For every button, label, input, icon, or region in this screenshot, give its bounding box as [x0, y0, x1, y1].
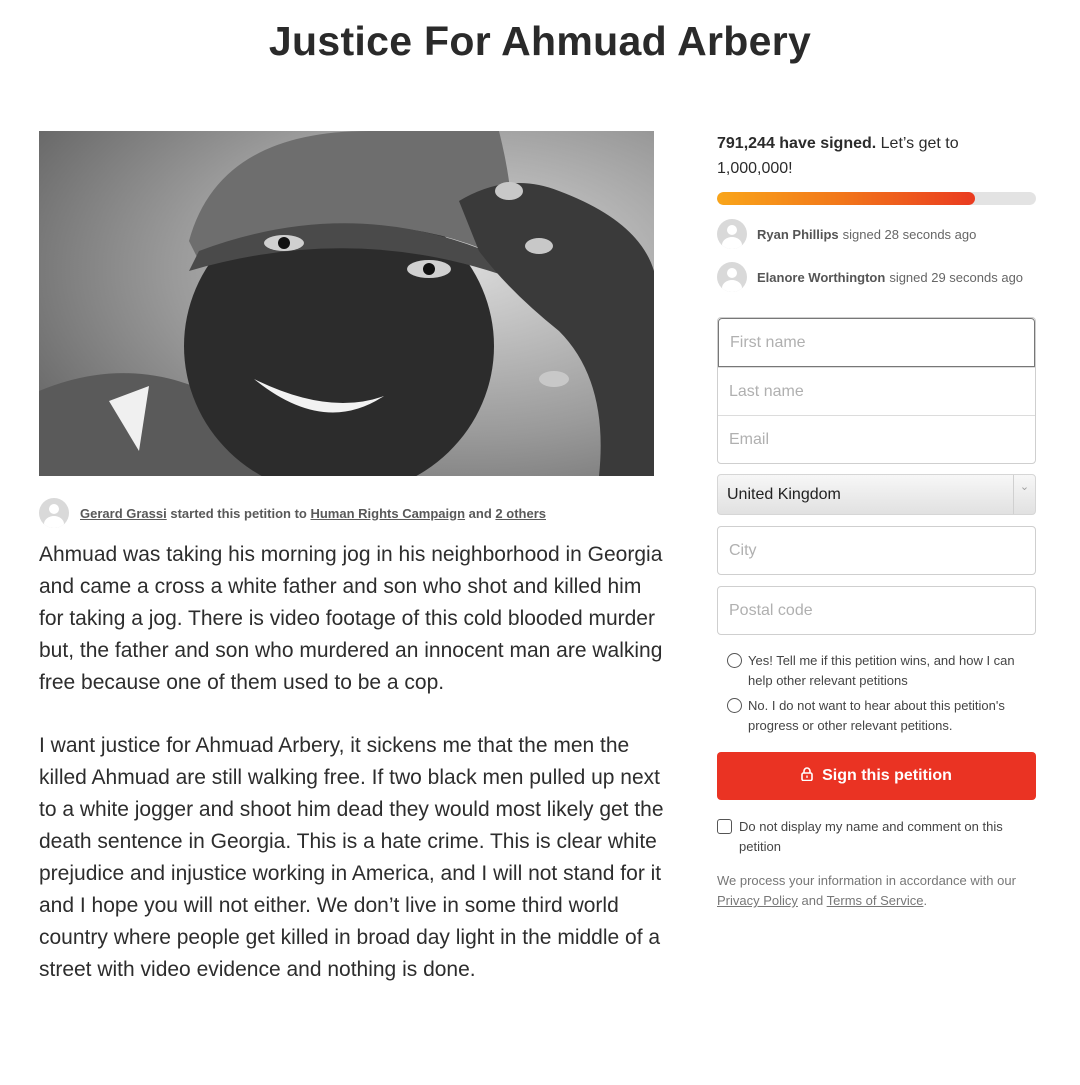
- story-paragraph: I want justice for Ahmuad Arbery, it sic…: [39, 734, 664, 981]
- country-value: United Kingdom: [727, 485, 841, 503]
- chevron-down-icon: ⌄: [1013, 475, 1035, 514]
- privacy-suffix: .: [923, 893, 928, 908]
- and-text: and: [468, 505, 492, 521]
- petition-story: Ahmuad was taking his morning jog in his…: [39, 539, 664, 1017]
- signer-name: Elanore Worthington: [757, 269, 886, 285]
- signature-count: 791,244 have signed. Let’s get to 1,000,…: [717, 131, 1036, 181]
- story-paragraph: Ahmuad was taking his morning jog in his…: [39, 543, 663, 694]
- city-field[interactable]: City: [717, 526, 1036, 575]
- started-text: started this petition to: [170, 505, 307, 521]
- last-name-field[interactable]: Last name: [718, 367, 1035, 415]
- hide-name-option[interactable]: Do not display my name and comment on th…: [717, 817, 1036, 857]
- opt-in-yes-option[interactable]: Yes! Tell me if this petition wins, and …: [717, 651, 1036, 691]
- privacy-prefix: We process your information in accordanc…: [717, 873, 1016, 888]
- user-avatar-icon: [717, 262, 747, 292]
- user-avatar-icon: [717, 219, 747, 249]
- postal-code-field[interactable]: Postal code: [717, 586, 1036, 635]
- opt-in-no-label: No. I do not want to hear about this pet…: [748, 698, 1005, 733]
- sign-panel: 791,244 have signed. Let’s get to 1,000,…: [717, 131, 1036, 911]
- progress-bar-fill: [717, 192, 976, 205]
- country-select[interactable]: United Kingdom ⌄: [717, 474, 1036, 515]
- hide-name-label: Do not display my name and comment on th…: [739, 819, 1003, 854]
- email-field[interactable]: Email: [718, 415, 1035, 463]
- name-email-fields: First name Last name Email: [717, 317, 1036, 464]
- recent-signer: Elanore Worthington signed 29 seconds ag…: [717, 261, 1036, 293]
- page-title: Justice For Ahmuad Arbery: [268, 18, 812, 64]
- recipient-link[interactable]: Human Rights Campaign: [310, 506, 465, 521]
- signed-total: 791,244 have signed.: [717, 135, 877, 152]
- petition-photo: [39, 131, 654, 476]
- terms-of-service-link[interactable]: Terms of Service: [827, 893, 924, 908]
- sign-button-label: Sign this petition: [822, 767, 952, 784]
- lock-icon: [801, 766, 813, 786]
- opt-in-yes-radio[interactable]: [727, 653, 742, 668]
- starter-name-link[interactable]: Gerard Grassi: [80, 506, 167, 521]
- opt-in-no-option[interactable]: No. I do not want to hear about this pet…: [717, 696, 1036, 736]
- opt-in-yes-label: Yes! Tell me if this petition wins, and …: [748, 653, 1015, 688]
- signer-time: signed 29 seconds ago: [889, 269, 1024, 285]
- signer-time: signed 28 seconds ago: [842, 226, 977, 242]
- petition-starter: Gerard Grassi started this petition to H…: [39, 497, 659, 529]
- privacy-and: and: [801, 893, 824, 908]
- privacy-policy-link[interactable]: Privacy Policy: [717, 893, 798, 908]
- hide-name-checkbox[interactable]: [717, 819, 732, 834]
- starter-line: Gerard Grassi started this petition to H…: [80, 506, 546, 521]
- recent-signer: Ryan Phillips signed 28 seconds ago: [717, 218, 1036, 250]
- first-name-field[interactable]: First name: [718, 318, 1035, 367]
- privacy-notice: We process your information in accordanc…: [717, 871, 1036, 911]
- others-link[interactable]: 2 others: [495, 506, 546, 521]
- sign-petition-button[interactable]: Sign this petition: [717, 752, 1036, 800]
- signer-name: Ryan Phillips: [757, 226, 839, 242]
- progress-bar: [717, 192, 1036, 205]
- opt-in-no-radio[interactable]: [727, 698, 742, 713]
- starter-avatar-icon[interactable]: [39, 498, 69, 528]
